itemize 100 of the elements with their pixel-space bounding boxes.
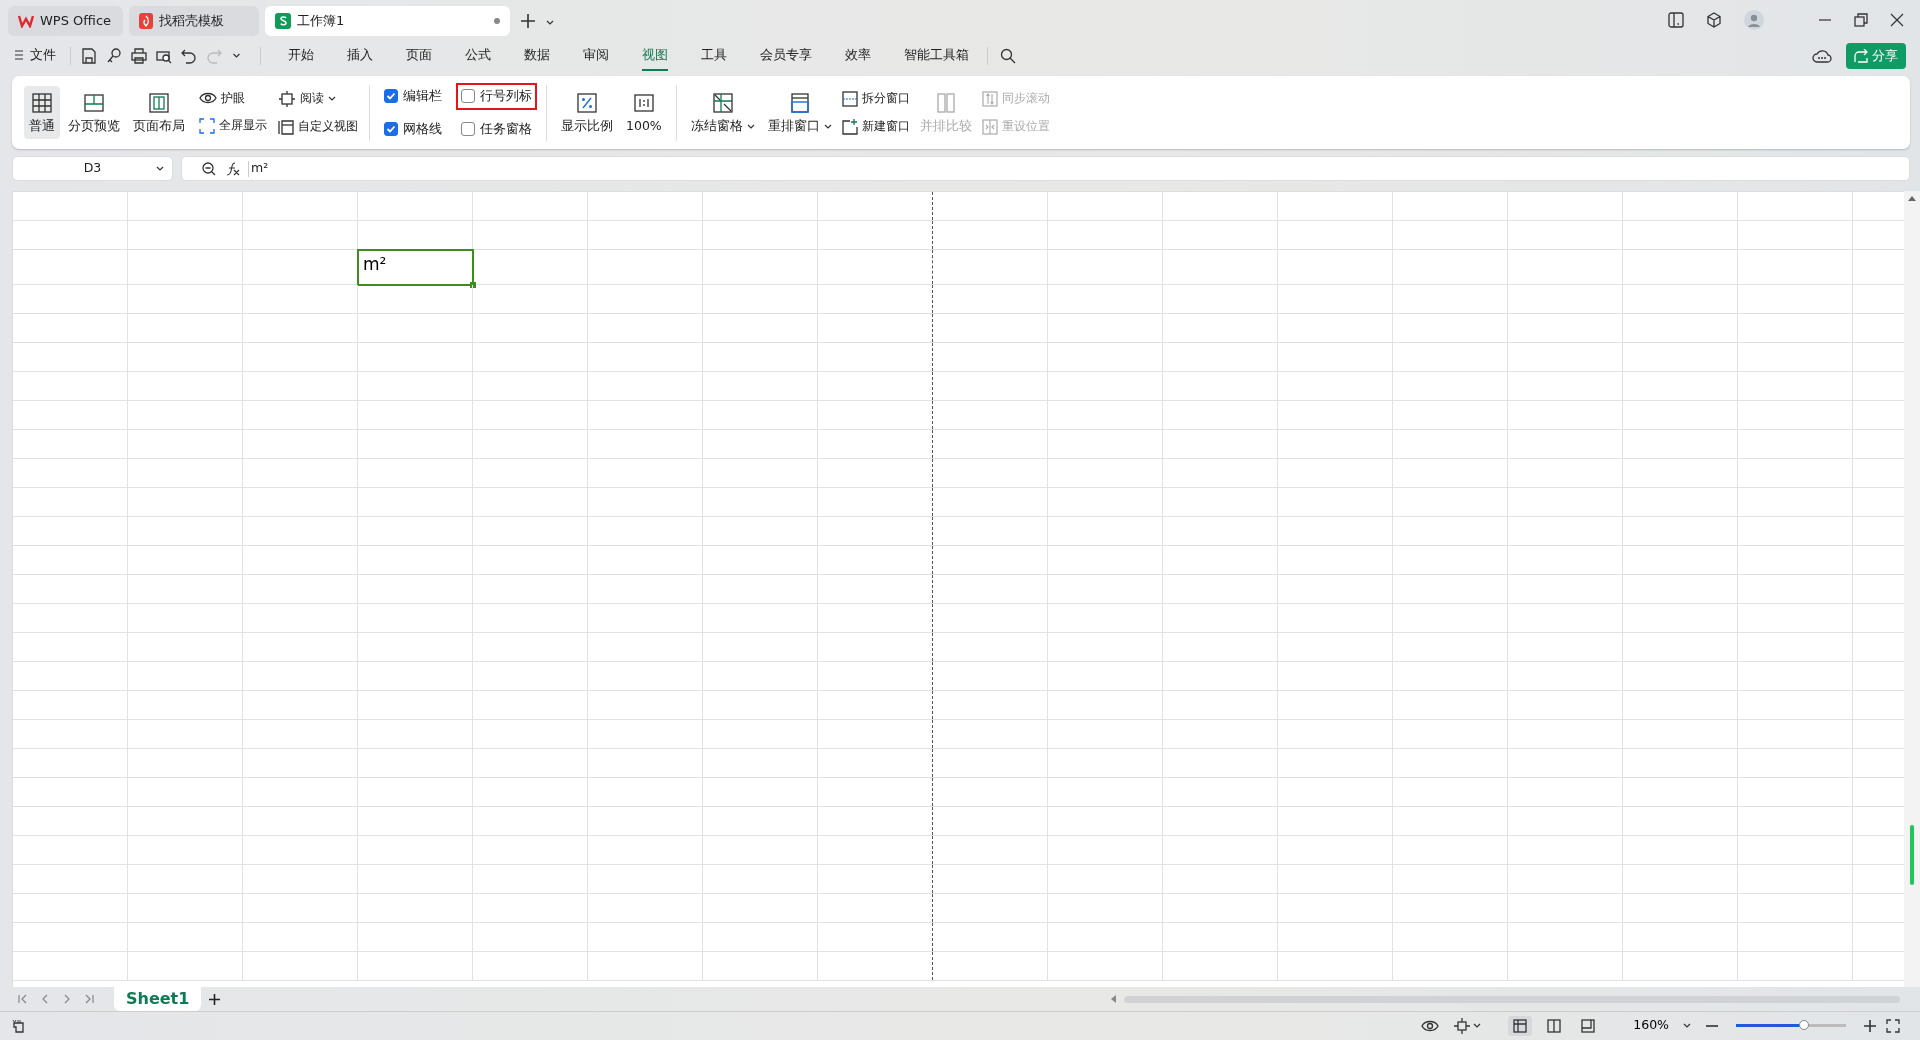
close-icon[interactable]: [1890, 13, 1904, 27]
save-icon[interactable]: [81, 48, 97, 64]
ribbon-tab[interactable]: 公式: [465, 41, 491, 71]
ribbon-tab[interactable]: 数据: [524, 41, 550, 71]
previous-sheet-icon[interactable]: [40, 994, 50, 1004]
page-icon: [83, 92, 105, 115]
scroll-up-icon[interactable]: [1908, 195, 1916, 201]
ribbon-tab[interactable]: 插入: [347, 41, 373, 71]
undo-icon[interactable]: [181, 48, 197, 64]
next-sheet-icon[interactable]: [62, 994, 72, 1004]
stacked-windows-icon: [788, 92, 811, 115]
window-button[interactable]: 重排窗口: [762, 86, 837, 139]
split-window-icon: [841, 90, 858, 107]
freeze-icon: [711, 92, 734, 115]
key-icon[interactable]: [106, 48, 122, 64]
grid-icon: [1513, 1018, 1528, 1033]
print-icon[interactable]: [131, 48, 147, 64]
print-preview-icon[interactable]: [156, 48, 172, 64]
view-icon: [278, 118, 294, 135]
zoom-icon[interactable]: [202, 161, 216, 176]
menu-icon: [14, 50, 24, 60]
checkbox-option[interactable]: 任务窗格: [456, 115, 537, 143]
ribbon-tab[interactable]: 效率: [845, 41, 871, 71]
file-menu[interactable]: 文件: [14, 41, 56, 71]
spreadsheet-logo-icon: [275, 13, 291, 29]
macro-icon[interactable]: [12, 1018, 26, 1033]
ribbon-tab[interactable]: 智能工具箱: [904, 41, 969, 71]
checkbox-option[interactable]: 行号列标: [456, 82, 537, 110]
columns-icon: [1547, 1018, 1562, 1033]
ratio-icon: [632, 92, 655, 115]
page-icon: [1581, 1018, 1596, 1033]
fullscreen-icon[interactable]: [1886, 1018, 1900, 1033]
new-window-icon: [841, 118, 858, 135]
zoom-button[interactable]: 100%: [621, 86, 667, 139]
crosshair-icon: [1454, 1017, 1471, 1034]
scroll-left-icon[interactable]: [1110, 995, 1116, 1003]
frame-icon: [278, 90, 296, 107]
checkbox-option[interactable]: 编辑栏: [379, 82, 447, 110]
search-icon[interactable]: [1000, 48, 1016, 64]
ribbon-tab[interactable]: 审阅: [583, 41, 609, 71]
percent-icon: [576, 92, 598, 115]
last-sheet-icon[interactable]: [84, 994, 94, 1004]
view-mode-button[interactable]: [1508, 1015, 1533, 1036]
flame-logo-icon: [139, 13, 153, 29]
caret-icon[interactable]: [231, 53, 242, 59]
ribbon-tab[interactable]: 开始: [288, 41, 314, 71]
ribbon-tab[interactable]: 工具: [701, 41, 727, 71]
first-sheet-icon[interactable]: [18, 994, 28, 1004]
columns-icon: [148, 92, 170, 115]
window-tab[interactable]: 找稻壳模板: [129, 6, 259, 36]
zoom-button[interactable]: 显示比例: [556, 86, 618, 139]
view-button[interactable]: 页面布局: [128, 86, 190, 139]
cube-icon[interactable]: [1706, 12, 1722, 28]
side-by-side-icon: [934, 92, 957, 115]
eye-icon[interactable]: [1421, 1018, 1440, 1033]
formula-input[interactable]: m²: [251, 159, 269, 178]
fullscreen-icon: [199, 117, 215, 134]
zoom-in-icon[interactable]: [1864, 1019, 1876, 1032]
view-button[interactable]: 普通: [24, 86, 60, 139]
cloud-icon[interactable]: [1812, 48, 1832, 64]
checkbox-option[interactable]: 网格线: [379, 115, 447, 143]
share-button[interactable]: 分享: [1846, 43, 1906, 69]
grid-icon: [31, 92, 53, 115]
eye-icon: [199, 91, 217, 106]
caret-icon: [156, 166, 164, 172]
sheet-tab[interactable]: Sheet1: [114, 987, 202, 1011]
ribbon-button[interactable]: 拆分窗口: [839, 87, 912, 110]
restore-icon[interactable]: [1854, 13, 1868, 27]
plus-icon: [209, 994, 221, 1005]
sync-scroll-icon: [981, 90, 998, 107]
reset-position-icon: [981, 118, 998, 135]
window-tab[interactable]: 工作簿1: [265, 6, 510, 36]
zoom-level-dropdown[interactable]: 160%: [1628, 1013, 1696, 1038]
ribbon-button[interactable]: 全屏显示: [197, 114, 269, 137]
ribbon-button[interactable]: 护眼: [197, 88, 269, 109]
active-cell[interactable]: m²: [357, 249, 474, 286]
ribbon-tab[interactable]: 视图: [642, 41, 668, 71]
checkmark-icon: [386, 123, 396, 134]
ribbon-tab[interactable]: 页面: [406, 41, 432, 71]
caret-icon: [823, 123, 832, 130]
function-icon[interactable]: [226, 161, 240, 176]
horizontal-scrollbar[interactable]: [1124, 995, 1900, 1003]
unsaved-dot-icon: [494, 18, 500, 24]
window-tab[interactable]: WPS Office: [8, 6, 123, 36]
ribbon-button[interactable]: 新建窗口: [839, 115, 912, 138]
share-arrow-icon: [1854, 49, 1868, 63]
caret-icon: [328, 95, 336, 102]
view-button[interactable]: 分页预览: [63, 86, 125, 139]
window-button[interactable]: 冻结窗格: [685, 86, 760, 139]
ribbon-button[interactable]: 阅读: [276, 87, 360, 110]
checkmark-icon: [386, 91, 396, 102]
tablet-icon[interactable]: [1668, 12, 1684, 28]
caret-icon: [1683, 1022, 1691, 1029]
ribbon-tab[interactable]: 会员专享: [760, 41, 812, 71]
ribbon-button[interactable]: 自定义视图: [276, 115, 360, 138]
name-box[interactable]: D3: [12, 156, 173, 181]
plus-icon: [521, 14, 535, 28]
avatar-icon[interactable]: [1744, 10, 1764, 30]
caret-icon[interactable]: [546, 20, 554, 26]
scrollbar-thumb[interactable]: [1910, 825, 1914, 885]
